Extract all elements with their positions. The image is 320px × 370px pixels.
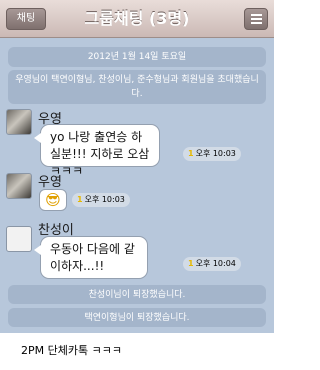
title-bar: 채팅 그룹채팅 (3명) bbox=[0, 0, 274, 38]
unread-count: 1 bbox=[188, 259, 194, 268]
caption: 2PM 단체카톡 ㅋㅋㅋ bbox=[21, 344, 122, 357]
time-label: 오후 10:03 bbox=[84, 195, 125, 204]
emoticon[interactable]: 😎 bbox=[39, 189, 67, 211]
sender-name: 우영 bbox=[38, 175, 62, 190]
leave-notice: 택연이형님이 퇴장했습니다. bbox=[8, 308, 266, 327]
unread-count: 1 bbox=[77, 195, 83, 204]
message-time: 1 오후 10:03 bbox=[183, 147, 241, 161]
invite-notice: 우영님이 택연이형님, 찬성이님, 준수형님과 회원님을 초대했습니다. bbox=[8, 70, 266, 104]
menu-icon[interactable] bbox=[244, 8, 268, 30]
avatar[interactable] bbox=[6, 226, 32, 252]
unread-count: 1 bbox=[188, 149, 194, 158]
time-label: 오후 10:03 bbox=[195, 149, 236, 158]
message-bubble[interactable]: 우동아 다음에 같이하자...!! bbox=[34, 236, 148, 279]
message-time: 1 오후 10:04 bbox=[183, 257, 241, 271]
caption-area: 2PM 단체카톡 ㅋㅋㅋ bbox=[0, 333, 274, 370]
message-bubble[interactable]: yo 나랑 출연승 하실분!!! 지하로 오삼ㅋㅋㅋ bbox=[34, 124, 160, 178]
message-time: 1 오후 10:03 bbox=[72, 193, 130, 207]
leave-notice: 찬성이님이 퇴장했습니다. bbox=[8, 285, 266, 304]
chat-title: 그룹채팅 (3명) bbox=[84, 9, 190, 28]
avatar[interactable] bbox=[6, 109, 32, 135]
chat-screen: 채팅 그룹채팅 (3명) 2012년 1월 14일 토요일 우영님이 택연이형님… bbox=[0, 0, 274, 370]
time-label: 오후 10:04 bbox=[195, 259, 236, 268]
avatar[interactable] bbox=[6, 173, 32, 199]
date-notice: 2012년 1월 14일 토요일 bbox=[8, 47, 266, 67]
back-button[interactable]: 채팅 bbox=[6, 8, 46, 30]
